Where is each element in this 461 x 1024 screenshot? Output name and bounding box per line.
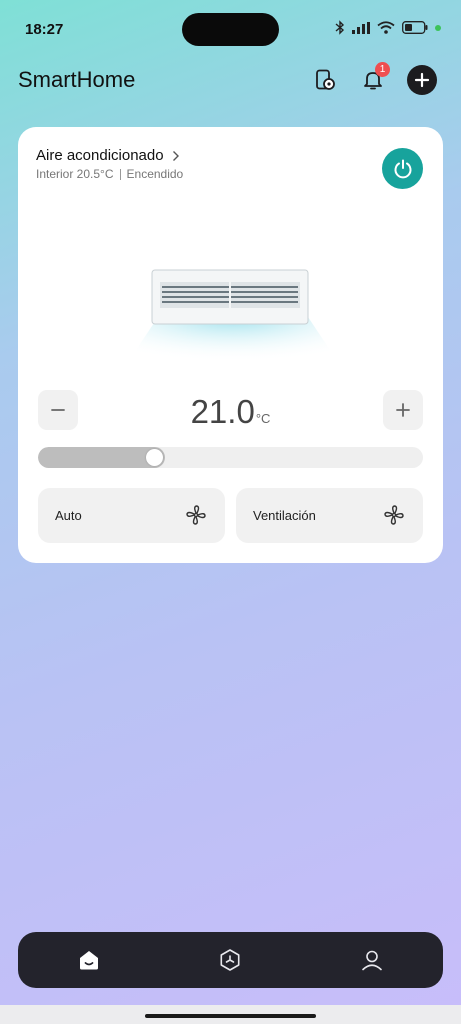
mode-label: Auto — [55, 508, 82, 523]
mode-auto-button[interactable]: Auto — [38, 488, 225, 543]
notifications-button[interactable]: 1 — [358, 62, 390, 95]
battery-icon — [402, 21, 428, 34]
temperature-value: 21.0 — [190, 393, 255, 430]
plus-icon — [396, 403, 410, 417]
device-name: Aire acondicionado — [36, 147, 164, 164]
increase-temperature-button[interactable] — [383, 390, 423, 430]
ac-unit-illustration — [118, 269, 348, 377]
fan-icon — [186, 505, 206, 525]
scenes-icon — [220, 949, 240, 971]
temperature-unit: °C — [255, 411, 271, 426]
app-header: SmartHome 1 — [0, 60, 461, 100]
mode-label: Ventilación — [253, 508, 316, 523]
device-card[interactable]: Aire acondicionado Interior 20.5°C Encen… — [18, 127, 443, 563]
profile-icon — [362, 950, 382, 971]
device-state: Encendido — [126, 167, 184, 181]
bluetooth-icon — [335, 20, 345, 35]
indoor-temperature: Interior 20.5°C — [36, 167, 114, 181]
signal-icon — [352, 21, 370, 34]
dynamic-island — [182, 13, 279, 46]
device-name-row[interactable]: Aire acondicionado — [36, 147, 180, 164]
home-icon — [80, 951, 98, 970]
device-status-line: Interior 20.5°C Encendido — [36, 167, 183, 181]
nav-home[interactable] — [75, 946, 103, 974]
app-title: SmartHome — [18, 67, 136, 92]
chevron-right-icon — [172, 150, 179, 161]
temperature-control: 21.0°C — [38, 390, 423, 432]
temperature-slider[interactable] — [38, 447, 423, 468]
status-bar: 18:27 — [0, 0, 461, 60]
device-manage-icon — [316, 69, 335, 90]
divider — [119, 168, 121, 180]
home-indicator[interactable] — [145, 1014, 316, 1018]
nav-scenes[interactable] — [216, 946, 244, 974]
nav-profile[interactable] — [358, 946, 386, 974]
status-time: 18:27 — [25, 21, 64, 38]
plus-icon — [414, 72, 430, 88]
device-manage-button[interactable] — [310, 65, 340, 95]
mode-ventilation-button[interactable]: Ventilación — [236, 488, 423, 543]
temperature-display: 21.0°C — [38, 393, 423, 431]
power-icon — [394, 159, 411, 178]
privacy-indicator-dot — [435, 24, 441, 31]
notification-badge: 1 — [375, 62, 390, 77]
fan-icon — [384, 505, 404, 525]
slider-knob[interactable] — [146, 449, 163, 466]
wifi-icon — [377, 21, 395, 34]
power-button[interactable] — [382, 148, 423, 189]
status-icons — [335, 20, 441, 35]
bottom-nav — [18, 932, 443, 988]
add-button[interactable] — [407, 65, 437, 95]
